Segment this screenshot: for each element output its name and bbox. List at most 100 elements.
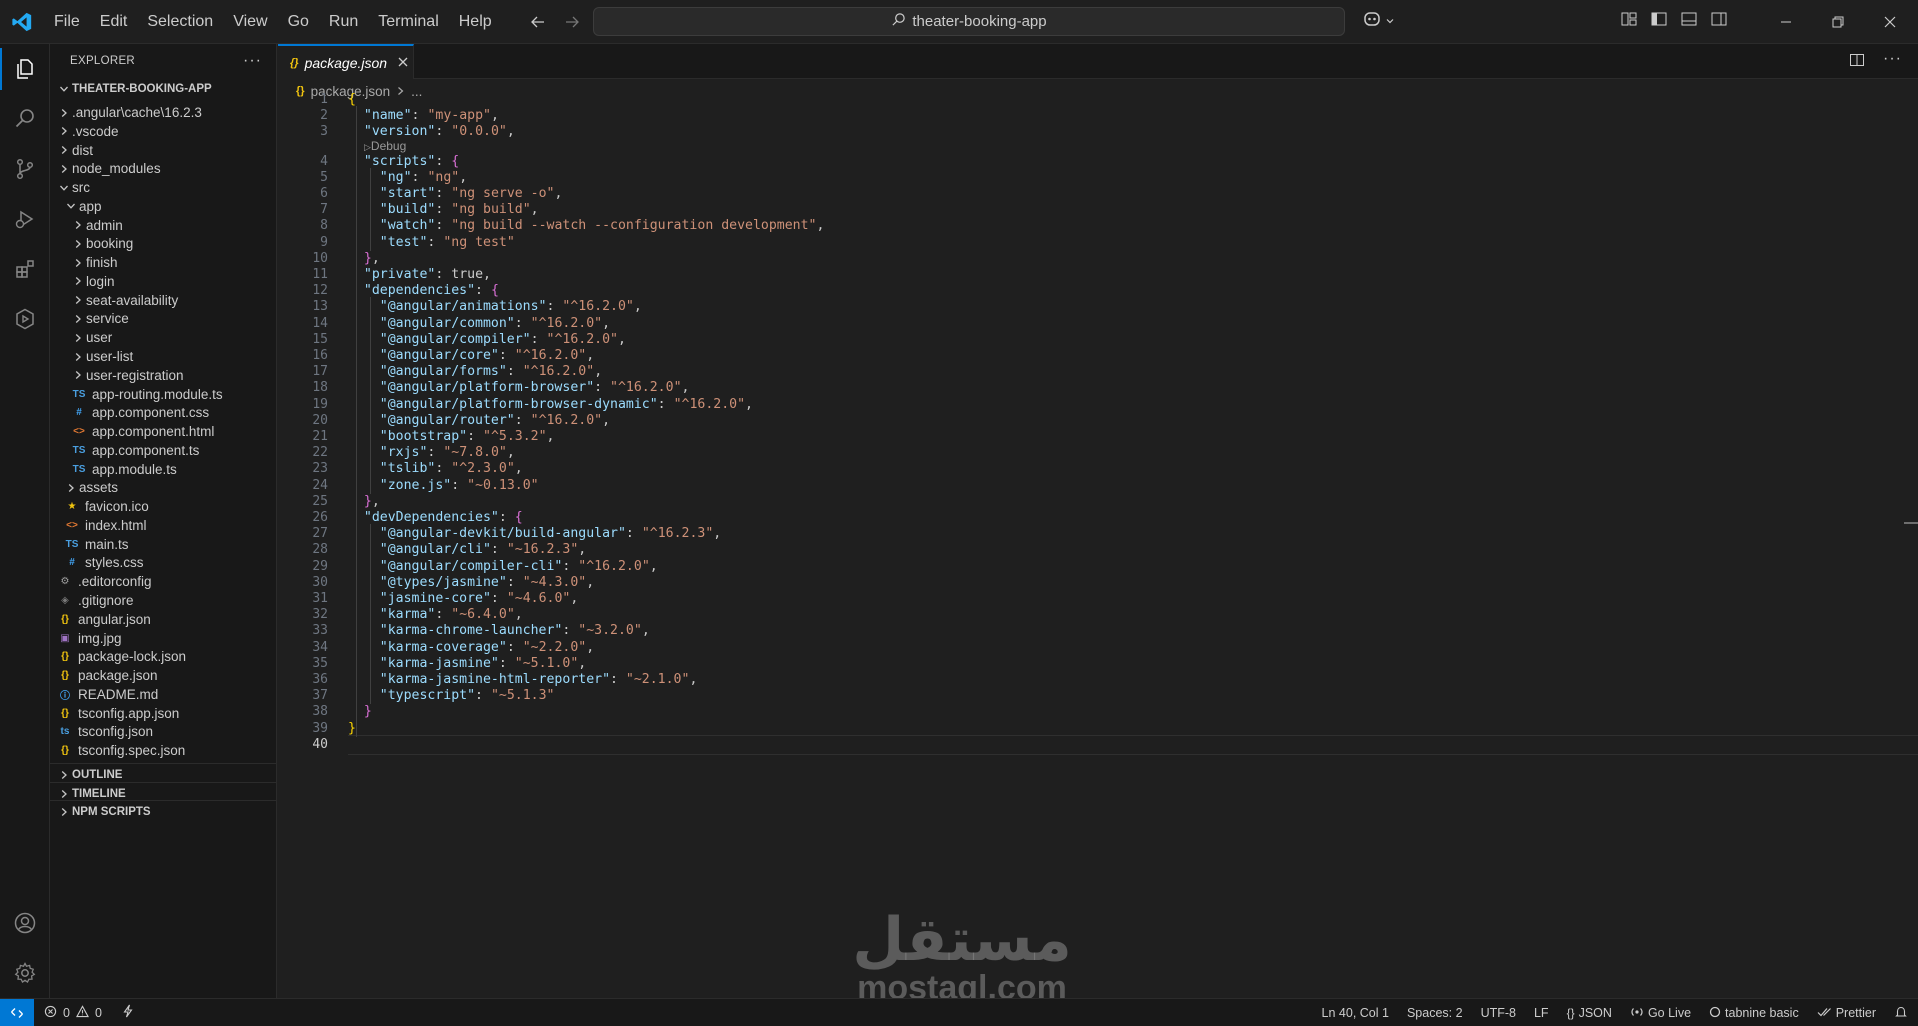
file-encoding[interactable]: UTF-8 [1481, 1006, 1516, 1020]
chevron-down-icon [56, 183, 72, 193]
info-file-icon: ⓘ [60, 690, 70, 702]
toggle-secondary-sidebar-icon[interactable] [1710, 10, 1728, 31]
back-arrow-icon[interactable] [528, 12, 548, 32]
command-center-text: theater-booking-app [912, 13, 1047, 30]
json-file-icon: {} [61, 613, 69, 625]
tab-package-json[interactable]: {} package.json [278, 44, 414, 79]
tree-item-label: .angular\cache\16.2.3 [72, 105, 202, 120]
code-editor[interactable]: 1 2 3 4 5 6 7 8 9 10 11 12 13 14 15 16 17 18 19 20 21 22 23 24 2… [278, 92, 1918, 998]
debug-codelens[interactable]: ▷Debug [364, 139, 406, 154]
menu-help[interactable]: Help [449, 0, 502, 44]
copilot-icon [1362, 10, 1382, 31]
favicon-star-icon: ★ [67, 501, 77, 513]
forward-arrow-icon[interactable] [562, 12, 582, 32]
explorer-sidebar: EXPLORER ··· THEATER-BOOKING-APP .angula… [50, 44, 277, 998]
tree-item-label: finish [86, 255, 118, 271]
html-file-icon: <> [73, 426, 85, 438]
codelens-label: Debug [370, 139, 407, 154]
menu-terminal[interactable]: Terminal [368, 0, 448, 44]
extensions-icon[interactable] [0, 244, 50, 294]
section-label: TIMELINE [72, 787, 126, 800]
language-mode[interactable]: {} JSON [1567, 1006, 1612, 1020]
tree-item-label: .vscode [72, 123, 119, 139]
toggle-primary-sidebar-icon[interactable] [1650, 10, 1668, 31]
warning-icon[interactable] [75, 1004, 89, 1021]
tab-label: package.json [304, 54, 388, 71]
source-control-icon[interactable] [0, 144, 50, 194]
tree-item-label: styles.css [85, 555, 144, 571]
chevron-right-icon [56, 807, 72, 817]
lightning-icon[interactable] [122, 1004, 134, 1021]
breadcrumb-more[interactable]: ... [411, 84, 422, 99]
code-line[interactable]: } [348, 719, 356, 739]
minimize-icon[interactable] [1760, 0, 1812, 44]
split-editor-icon[interactable] [1849, 52, 1865, 71]
chevron-right-icon [396, 84, 405, 99]
tree-item-label: angular.json [78, 611, 151, 627]
command-center-search[interactable]: theater-booking-app [593, 7, 1345, 36]
chevron-right-icon [70, 220, 86, 230]
explorer-header: EXPLORER ··· [50, 44, 276, 78]
chevron-right-icon [56, 164, 72, 174]
chevron-right-icon [70, 295, 86, 305]
tree-item-label: README.md [78, 686, 159, 702]
indentation[interactable]: Spaces: 2 [1407, 1006, 1463, 1020]
tree-item-label: admin [86, 217, 123, 233]
go-live-label: Go Live [1647, 1006, 1692, 1020]
chevron-right-icon [70, 239, 86, 249]
copilot-button[interactable] [1362, 10, 1395, 31]
explorer-icon[interactable] [0, 44, 50, 94]
run-debug-icon[interactable] [0, 194, 50, 244]
end-of-line[interactable]: LF [1534, 1006, 1549, 1020]
go-live-button[interactable]: Go Live [1630, 1005, 1691, 1022]
json-file-icon: {} [61, 651, 69, 663]
chevron-right-icon [56, 770, 72, 780]
cursor-position[interactable]: Ln 40, Col 1 [1322, 1006, 1389, 1020]
status-bar: 0 0 Ln 40, Col 1 Spaces: 2 UTF-8 LF {} J… [0, 998, 1918, 1026]
menu-edit[interactable]: Edit [90, 0, 138, 44]
section-npm-scripts[interactable]: NPM SCRIPTS [50, 800, 277, 822]
git-file-icon: ◈ [61, 595, 69, 607]
file-item[interactable]: {} tsconfig.spec.json [50, 739, 277, 762]
scrollbar-marker [1904, 522, 1918, 524]
section-label: NPM SCRIPTS [72, 805, 151, 818]
watermark-arabic: مستقل [852, 906, 1072, 973]
more-actions-icon[interactable]: ··· [1883, 51, 1902, 71]
tree-item-label: .editorconfig [78, 574, 152, 590]
prettier-status[interactable]: Prettier [1817, 1006, 1876, 1021]
title-bar: File Edit Selection View Go Run Terminal Help t… [0, 0, 1918, 44]
errors-count[interactable]: 0 [63, 1006, 70, 1020]
editor-tabs: {} package.json ··· [278, 44, 1918, 79]
menu-file[interactable]: File [44, 0, 90, 44]
restore-icon[interactable] [1812, 0, 1864, 44]
search-icon[interactable] [0, 94, 50, 144]
chevron-right-icon [70, 314, 86, 324]
tree-item-label: tsconfig.spec.json [78, 743, 186, 759]
play-icon: ▷ [364, 142, 371, 153]
close-icon[interactable] [397, 55, 409, 71]
menu-run[interactable]: Run [319, 0, 368, 44]
tree-item-label: package.json [78, 668, 158, 684]
chevron-down-icon [1385, 13, 1395, 29]
notifications-bell-icon[interactable] [1894, 1005, 1908, 1022]
settings-gear-icon[interactable] [0, 948, 50, 998]
close-icon[interactable] [1864, 0, 1916, 44]
menu-selection[interactable]: Selection [137, 0, 223, 44]
json-file-icon: {} [61, 670, 69, 682]
customize-layout-icon[interactable] [1620, 10, 1638, 31]
menu-view[interactable]: View [223, 0, 277, 44]
code-line[interactable]: "typescript": "~5.1.3" [348, 686, 555, 706]
warnings-count[interactable]: 0 [95, 1006, 102, 1020]
testing-icon[interactable] [0, 294, 50, 344]
menu-go[interactable]: Go [278, 0, 319, 44]
remote-indicator-icon[interactable] [0, 998, 34, 1026]
tree-item-label: src [72, 180, 90, 196]
workspace-root[interactable]: THEATER-BOOKING-APP [50, 78, 276, 100]
accounts-icon[interactable] [0, 898, 50, 948]
toggle-panel-icon[interactable] [1680, 10, 1698, 31]
more-actions-icon[interactable]: ··· [243, 52, 262, 70]
tabnine-status[interactable]: tabnine basic [1709, 1006, 1799, 1021]
errors-icon[interactable] [44, 1005, 57, 1021]
tree-item-label: tsconfig.json [78, 724, 154, 740]
chevron-right-icon [70, 276, 86, 286]
